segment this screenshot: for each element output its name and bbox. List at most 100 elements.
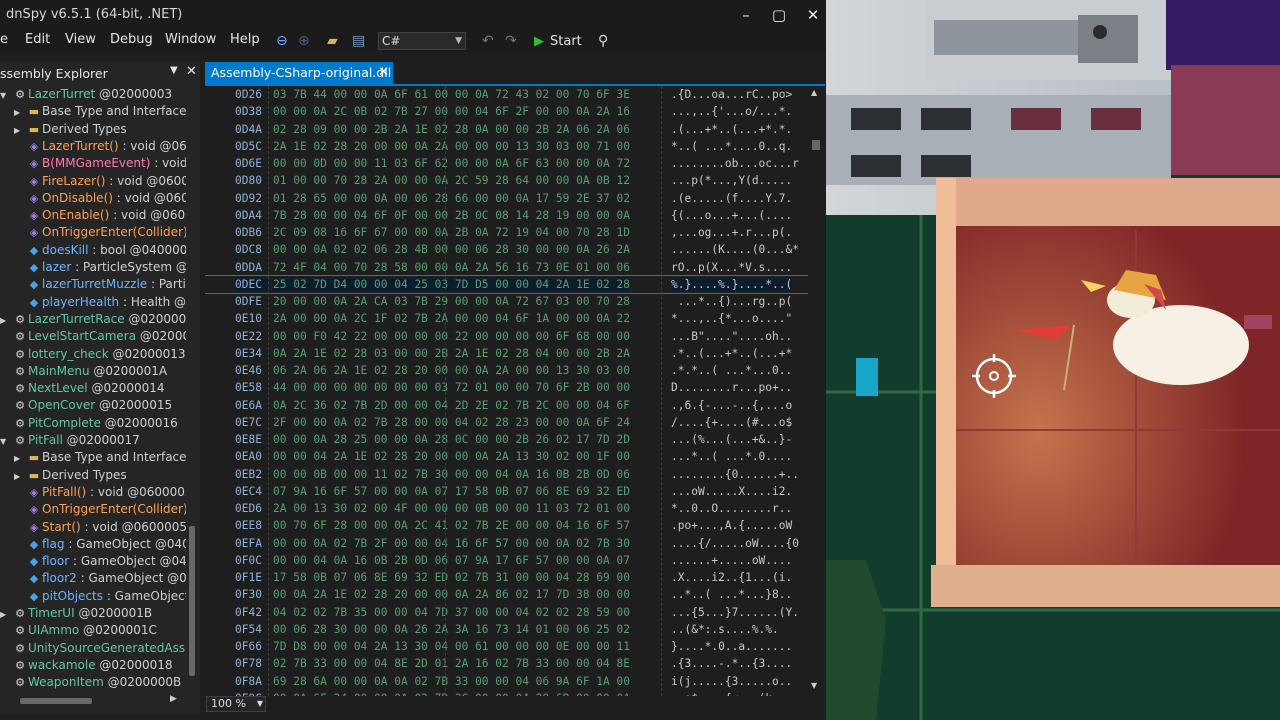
- hex-bytes[interactable]: 7B 28 00 00 04 6F 0F 00 00 2B 0C 08 14 2…: [273, 209, 630, 222]
- close-icon[interactable]: ✕: [186, 64, 197, 79]
- minimize-button[interactable]: –: [731, 4, 761, 26]
- hex-bytes[interactable]: 17 58 0B 07 06 8E 69 32 ED 02 7B 31 00 0…: [273, 571, 630, 584]
- chevron-up-icon[interactable]: ▲: [811, 88, 817, 97]
- hex-row[interactable]: 0D4A 02 28 09 00 00 2B 2A 1E 02 28 0A 00 …: [205, 121, 808, 138]
- hex-bytes[interactable]: 69 28 6A 00 00 0A 0A 02 7B 33 00 00 04 0…: [273, 675, 630, 688]
- tab-assembly-csharp[interactable]: Assembly-CSharp-original.dll ✕: [205, 62, 393, 84]
- hex-bytes[interactable]: 00 00 04 2A 1E 02 28 20 00 00 0A 2A 13 3…: [273, 450, 630, 463]
- hex-row[interactable]: 0EC4 07 9A 16 6F 57 00 00 0A 07 17 58 0B …: [205, 483, 808, 500]
- search-icon[interactable]: ⚲: [598, 32, 608, 50]
- hex-ascii[interactable]: ...B"...."....oh..: [671, 330, 792, 343]
- hex-bytes[interactable]: 2C 09 08 16 6F 67 00 00 0A 2B 0A 72 19 0…: [273, 226, 630, 239]
- hex-bytes[interactable]: 0A 2C 36 02 7B 2D 00 00 04 2D 2E 02 7B 2…: [273, 399, 630, 412]
- hex-ascii[interactable]: .po+...,A.{.....oW: [671, 519, 792, 532]
- game-viewport[interactable]: [826, 0, 1280, 720]
- hex-bytes[interactable]: 2F 00 00 0A 02 7B 28 00 00 04 02 28 23 0…: [273, 416, 630, 429]
- hex-ascii[interactable]: ...{5...}7......(Y.: [671, 606, 799, 619]
- hex-ascii[interactable]: }....*.0..a.......: [671, 640, 792, 653]
- hex-bytes[interactable]: 00 70 6F 28 00 00 0A 2C 41 02 7B 2E 00 0…: [273, 519, 630, 532]
- hex-row[interactable]: 0E6A 0A 2C 36 02 7B 2D 00 00 04 2D 2E 02 …: [205, 397, 808, 414]
- chevron-right-icon[interactable]: ▶: [0, 312, 12, 329]
- hex-bytes[interactable]: 02 28 09 00 00 2B 2A 1E 02 28 0A 00 00 2…: [273, 123, 630, 136]
- hex-row[interactable]: 0F66 7D D8 00 00 04 2A 13 30 04 00 61 00 …: [205, 638, 808, 655]
- hex-ascii[interactable]: ........{0......+..: [671, 468, 799, 481]
- hex-ascii[interactable]: ......(K....(0...&*: [671, 243, 799, 256]
- menu-edit[interactable]: Edit: [25, 32, 50, 47]
- hex-bytes[interactable]: 02 7B 33 00 00 04 8E 2D 01 2A 16 02 7B 3…: [273, 657, 630, 670]
- tree-node[interactable]: ⚙ OpenCover @02000015: [0, 397, 172, 414]
- hex-bytes[interactable]: 00 00 0A 02 02 06 28 4B 00 00 06 28 30 0…: [273, 243, 630, 256]
- hex-bytes[interactable]: 01 00 00 70 28 2A 00 00 0A 2C 59 28 64 0…: [273, 174, 630, 187]
- save-icon[interactable]: ▤: [352, 32, 365, 50]
- close-icon[interactable]: ✕: [378, 62, 389, 84]
- hex-ascii[interactable]: .*..(...+*..(...+*: [671, 347, 792, 360]
- menu-window[interactable]: Window: [165, 32, 216, 47]
- tree-node[interactable]: ◆lazer : ParticleSystem @04: [14, 259, 186, 276]
- hex-ascii[interactable]: %.}....%.}....*..(: [671, 277, 793, 291]
- hex-row[interactable]: 0DB6 2C 09 08 16 6F 67 00 00 0A 2B 0A 72 …: [205, 224, 808, 241]
- hex-row[interactable]: 0F30 00 0A 2A 1E 02 28 20 00 00 0A 2A 86 …: [205, 586, 808, 603]
- menu-file[interactable]: e: [0, 32, 8, 47]
- hex-row[interactable]: 0DDA 72 4F 04 00 70 28 58 00 00 0A 2A 56 …: [205, 259, 808, 276]
- hex-ascii[interactable]: ...*..{)...rg..p(: [671, 295, 793, 308]
- hex-bytes[interactable]: 00 00 0A 02 7B 2F 00 00 04 16 6F 57 00 0…: [273, 537, 630, 550]
- hex-row[interactable]: 0E8E 00 00 0A 28 25 00 00 0A 28 0C 00 00 …: [205, 431, 808, 448]
- chevron-right-icon[interactable]: ▶: [14, 450, 26, 467]
- menu-help[interactable]: Help: [230, 32, 260, 47]
- scrollbar-thumb[interactable]: [812, 140, 820, 150]
- hex-bytes[interactable]: 7D D8 00 00 04 2A 13 30 04 00 61 00 00 0…: [273, 640, 630, 653]
- hex-ascii[interactable]: i(j.....{3.....o..: [671, 675, 792, 688]
- hex-row[interactable]: 0E34 0A 2A 1E 02 28 03 00 00 2B 2A 1E 02 …: [205, 345, 808, 362]
- tree-node[interactable]: ◆ floor2 : GameObject @04: [14, 570, 186, 587]
- tree-node[interactable]: ◆ flag : GameObject @0400: [14, 536, 186, 553]
- tree-node[interactable]: ◈OnTriggerEnter(Collider) :: [14, 501, 186, 518]
- tree-node[interactable]: ▶ ▬ Derived Types: [14, 467, 127, 484]
- hex-bytes[interactable]: 07 9A 16 6F 57 00 00 0A 07 17 58 0B 07 0…: [273, 485, 630, 498]
- hex-row[interactable]: 0DFE 20 00 00 0A 2A CA 03 7B 29 00 00 0A …: [205, 293, 808, 310]
- hex-row[interactable]: 0F42 04 02 02 7B 35 00 00 04 7D 37 00 00 …: [205, 604, 808, 621]
- hex-bytes[interactable]: 03 7B 44 00 00 0A 6F 61 00 00 0A 72 43 0…: [273, 88, 630, 101]
- hex-ascii[interactable]: ...oW.....X....i2.: [671, 485, 792, 498]
- hex-ascii[interactable]: ,...og...+.r...p(.: [671, 226, 792, 239]
- hex-bytes[interactable]: 2A 00 00 0A 2C 1F 02 7B 2A 00 00 04 6F 1…: [273, 312, 630, 325]
- hex-ascii[interactable]: rO..p(X...*V.s....: [671, 261, 792, 274]
- tree-node[interactable]: ⚙ WeaponItem @0200000B: [0, 674, 181, 691]
- scrollbar-thumb[interactable]: [189, 526, 195, 676]
- hex-row[interactable]: 0F54 00 06 28 30 00 00 0A 26 2A 3A 16 73 …: [205, 621, 808, 638]
- tree-node[interactable]: ◈OnTriggerEnter(Collider) :: [14, 224, 186, 241]
- hex-bytes[interactable]: 00 00 0D 00 00 11 03 6F 62 00 00 0A 6F 6…: [273, 157, 630, 170]
- hex-ascii[interactable]: ....{/.....oW....{0: [671, 537, 799, 550]
- hex-row[interactable]: 0E22 00 00 F0 42 22 00 00 00 00 22 00 00 …: [205, 328, 808, 345]
- hex-bytes[interactable]: 00 0A 6F 24 00 00 0A 02 7B 3C 00 00 04 2…: [273, 692, 630, 696]
- tree-node[interactable]: ◆ doesKill : bool @0400000: [14, 242, 186, 259]
- language-select[interactable]: C# ▼: [378, 32, 466, 50]
- hex-ascii[interactable]: ......+.....oW....: [671, 554, 792, 567]
- hex-ascii[interactable]: D........r...po+..: [671, 381, 792, 394]
- hex-ascii[interactable]: ..*..( ...*...}8..: [671, 588, 792, 601]
- hex-bytes[interactable]: 44 00 00 00 00 00 00 00 03 72 01 00 00 7…: [273, 381, 630, 394]
- menu-view[interactable]: View: [65, 32, 96, 47]
- tree-node[interactable]: ▶ ⚙ TimerUI @0200001B: [0, 605, 152, 622]
- hex-row[interactable]: 0D6E 00 00 0D 00 00 11 03 6F 62 00 00 0A …: [205, 155, 808, 172]
- chevron-down-icon[interactable]: ▼: [170, 65, 178, 76]
- hex-row[interactable]: 0E7C 2F 00 00 0A 02 7B 28 00 00 04 02 28 …: [205, 414, 808, 431]
- hex-bytes[interactable]: 2A 1E 02 28 20 00 00 0A 2A 00 00 00 13 3…: [273, 140, 630, 153]
- hex-ascii[interactable]: *..0..O........r..: [671, 502, 792, 515]
- hex-bytes[interactable]: 00 00 F0 42 22 00 00 00 00 22 00 00 00 0…: [273, 330, 630, 343]
- chevron-right-icon[interactable]: ▶: [14, 104, 26, 121]
- hex-ascii[interactable]: .,6.{-...-..{,...o: [671, 399, 792, 412]
- tree-node[interactable]: ◆playerHealth : Health @04: [14, 294, 186, 311]
- close-button[interactable]: ✕: [798, 4, 826, 26]
- hex-ascii[interactable]: ...,..{'...o/...*.: [671, 105, 792, 118]
- hex-row[interactable]: 0D38 00 00 0A 2C 0B 02 7B 27 00 00 04 6F …: [205, 103, 808, 120]
- hex-ascii[interactable]: .{3....-.*..{3....: [671, 657, 792, 670]
- hex-row[interactable]: 0E10 2A 00 00 0A 2C 1F 02 7B 2A 00 00 04 …: [205, 310, 808, 327]
- hex-ascii[interactable]: *...,..{*...o....": [671, 312, 792, 325]
- tree-node[interactable]: ◆lazerTurretMuzzle : Particle: [14, 276, 186, 293]
- hex-row[interactable]: 0DEC 25 02 7D D4 00 00 04 25 03 7D D5 00 …: [205, 274, 808, 295]
- hex-row[interactable]: 0F0C 00 00 04 0A 16 0B 2B 0D 06 07 9A 17 …: [205, 552, 808, 569]
- explorer-vertical-scrollbar[interactable]: [186, 86, 198, 691]
- hex-bytes[interactable]: 2A 00 13 30 02 00 4F 00 00 00 0B 00 00 1…: [273, 502, 630, 515]
- hex-bytes[interactable]: 00 00 0A 28 25 00 00 0A 28 0C 00 00 2B 2…: [273, 433, 630, 446]
- nav-forward-icon[interactable]: ⊕: [298, 32, 310, 50]
